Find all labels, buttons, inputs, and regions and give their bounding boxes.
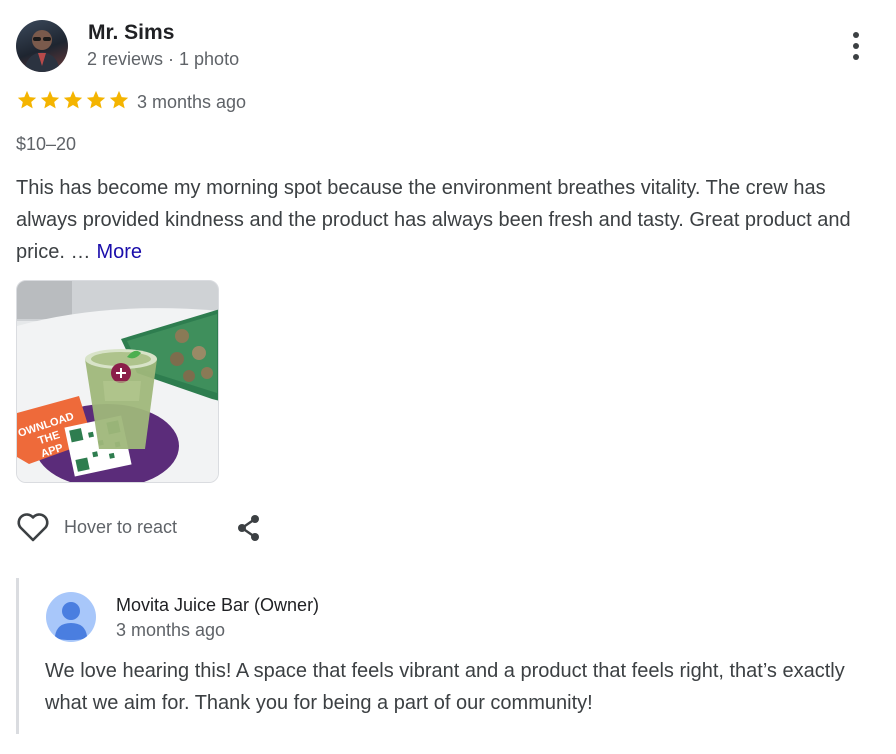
react-label: Hover to react <box>64 517 178 537</box>
owner-name: Movita Juice Bar (Owner) <box>116 595 320 615</box>
review-date: 3 months ago <box>137 92 247 112</box>
review-text: This has become my morning spot because … <box>16 172 886 268</box>
reviewer-meta: 2 reviews · 1 photo <box>87 49 240 69</box>
owner-avatar <box>46 592 96 642</box>
reviewer-name[interactable]: Mr. Sims <box>88 20 174 46</box>
react-row: Hover to react <box>16 511 177 543</box>
share-icon[interactable] <box>234 513 264 543</box>
review-photo[interactable]: OWNLOAD THE APP <box>16 280 219 483</box>
star-icon <box>17 90 37 109</box>
star-icon <box>63 90 83 109</box>
star-icon <box>109 90 129 109</box>
more-vertical-icon[interactable] <box>846 30 866 62</box>
owner-response-text: We love hearing this! A space that feels… <box>45 660 845 714</box>
more-link[interactable]: More <box>96 241 142 263</box>
review-card: Mr. Sims 2 reviews · 1 photo 3 months ag… <box>0 0 896 754</box>
price-range: $10–20 <box>16 134 77 154</box>
star-icon <box>40 90 60 109</box>
heart-outline-icon[interactable] <box>16 511 50 543</box>
star-rating <box>16 89 130 111</box>
reviewer-avatar[interactable] <box>16 20 68 72</box>
owner-response-date: 3 months ago <box>116 620 226 640</box>
star-icon <box>86 90 106 109</box>
